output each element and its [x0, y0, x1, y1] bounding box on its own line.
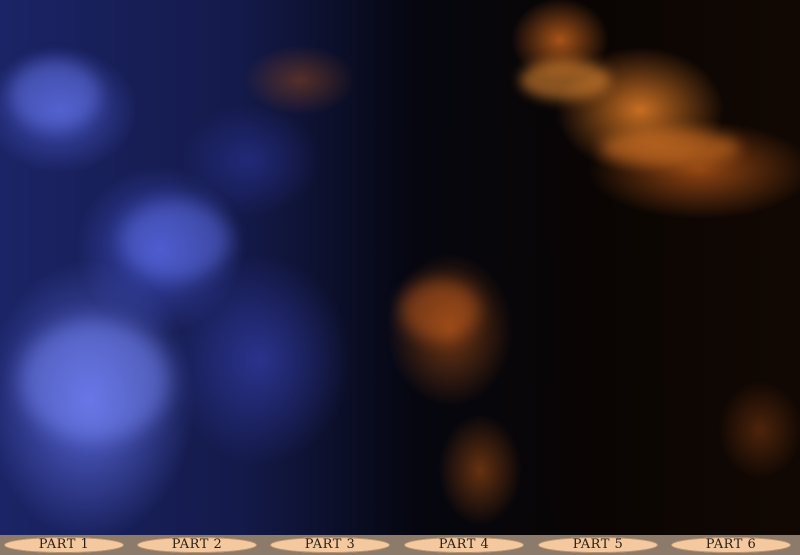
tab-part-5[interactable]: PART 5 [538, 537, 658, 553]
orange-swirl [400, 280, 480, 340]
tab-part-4[interactable]: PART 4 [404, 537, 524, 553]
tab-part-3[interactable]: PART 3 [270, 537, 390, 553]
fluid-art-background-image [0, 0, 800, 535]
orange-swirl [600, 130, 740, 165]
page: PART 1 PART 2 PART 3 PART 4 PART 5 PART … [0, 0, 800, 555]
orange-swirl [520, 60, 610, 100]
blue-swirl [20, 320, 170, 440]
blue-swirl [10, 60, 100, 130]
blue-swirl [120, 200, 230, 280]
tab-part-2[interactable]: PART 2 [137, 537, 257, 553]
tab-part-6[interactable]: PART 6 [671, 537, 791, 553]
part-tab-bar: PART 1 PART 2 PART 3 PART 4 PART 5 PART … [0, 535, 800, 555]
tab-part-1[interactable]: PART 1 [4, 537, 124, 553]
